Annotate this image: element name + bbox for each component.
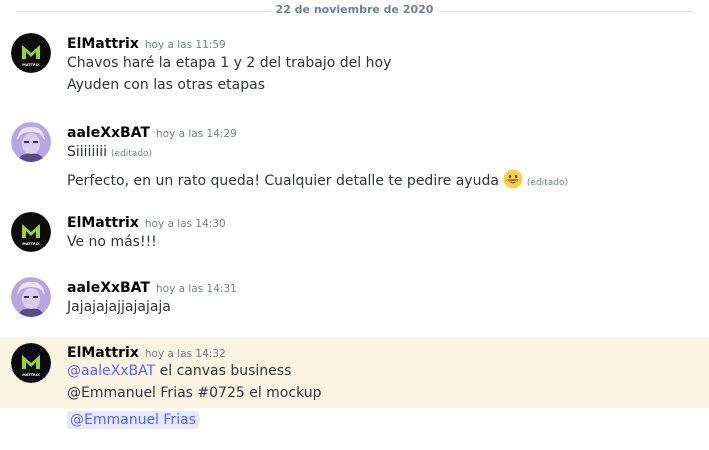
edited-label: (editado) [111, 149, 153, 159]
message-text: Perfecto, en un rato queda! Cualquier de… [67, 169, 568, 189]
mattrix-logo-icon: MATTRIX [11, 33, 51, 73]
avatar[interactable] [11, 277, 51, 317]
message-group: MATTRIX ElMattrix hoy a las 11:59 Chavos … [0, 33, 709, 97]
date-divider-label: 22 de noviembre de 2020 [270, 3, 439, 16]
timestamp[interactable]: hoy a las 14:31 [156, 283, 237, 295]
timestamp[interactable]: hoy a las 11:59 [145, 39, 226, 51]
username[interactable]: aaleXxBAT [67, 125, 150, 141]
user-avatar-icon [11, 122, 51, 162]
avatar-logo-text: MATTRIX [22, 63, 40, 67]
mattrix-logo-icon: MATTRIX [11, 212, 51, 252]
timestamp[interactable]: hoy a las 14:30 [145, 218, 226, 230]
avatar[interactable]: MATTRIX [11, 212, 51, 252]
message-group: MATTRIX ElMattrix hoy a las 14:30 Ve no m… [0, 212, 709, 256]
user-mention[interactable]: @aaleXxBAT [67, 363, 155, 379]
message-header: aaleXxBAT hoy a las 14:29 [67, 122, 237, 142]
username[interactable]: aaleXxBAT [67, 280, 150, 296]
username[interactable]: ElMattrix [67, 345, 139, 361]
message-text: Ayuden con las otras etapas [67, 77, 265, 93]
message-text: Siiiiiiii (editado) [67, 144, 152, 160]
avatar-logo-text: MATTRIX [22, 242, 40, 246]
message-group: aaleXxBAT hoy a las 14:29 Siiiiiiii (edita… [0, 122, 709, 192]
user-mention[interactable]: @Emmanuel Frias [67, 411, 199, 429]
timestamp[interactable]: hoy a las 14:29 [156, 128, 237, 140]
message-text-content: Siiiiiiii [67, 144, 108, 160]
user-avatar-icon [11, 277, 51, 317]
username[interactable]: ElMattrix [67, 215, 139, 231]
message-text: Jajajajajjajajaja [67, 299, 171, 315]
message-text: Chavos haré la etapa 1 y 2 del trabajo d… [67, 55, 392, 71]
avatar[interactable]: MATTRIX [11, 33, 51, 73]
mattrix-logo-icon: MATTRIX [11, 343, 51, 383]
grinning-face-icon[interactable] [503, 169, 523, 189]
message-header: aaleXxBAT hoy a las 14:31 [67, 277, 237, 297]
timestamp[interactable]: hoy a las 14:32 [145, 348, 226, 360]
edited-label: (editado) [526, 178, 568, 188]
message-text: @Emmanuel Frias [67, 411, 199, 429]
message-text: Ve no más!!! [67, 234, 157, 250]
message-text: @Emmanuel Frias #0725 el mockup [67, 385, 322, 401]
message-text-content: Perfecto, en un rato queda! Cualquier de… [67, 173, 499, 189]
message-text-content: el canvas business [155, 363, 292, 379]
message-group: aaleXxBAT hoy a las 14:31 Jajajajajjajaja… [0, 277, 709, 321]
avatar[interactable] [11, 122, 51, 162]
message-header: ElMattrix hoy a las 14:32 [67, 342, 226, 362]
username[interactable]: ElMattrix [67, 36, 139, 52]
date-divider: 22 de noviembre de 2020 [16, 0, 693, 22]
avatar[interactable]: MATTRIX [11, 343, 51, 383]
message-group-highlighted: MATTRIX ElMattrix hoy a las 14:32 @aaleXx… [0, 337, 709, 408]
message-header: ElMattrix hoy a las 11:59 [67, 33, 226, 53]
message-header: ElMattrix hoy a las 14:30 [67, 212, 226, 232]
avatar-logo-text: MATTRIX [22, 373, 40, 377]
message-text: @aaleXxBAT el canvas business [67, 363, 291, 379]
